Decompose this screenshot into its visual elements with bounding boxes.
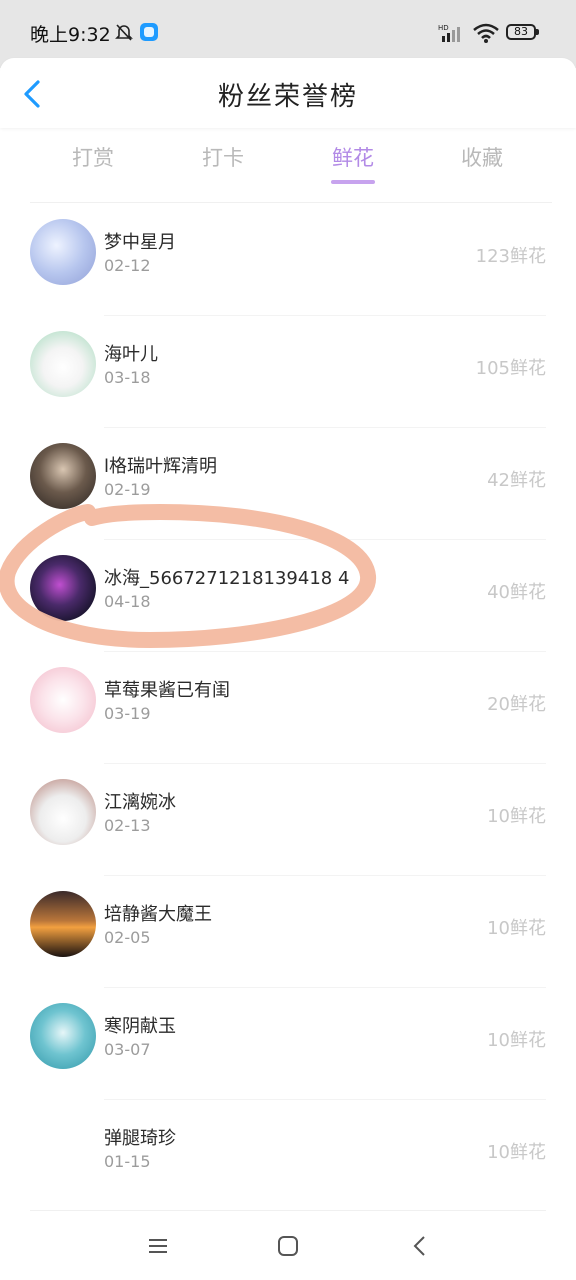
avatar[interactable]	[30, 1003, 96, 1069]
avatar[interactable]	[30, 331, 96, 397]
flower-count: 10鲜花	[487, 918, 546, 939]
list-item[interactable]: 弹腿琦珍 01-15 10鲜花	[0, 1100, 576, 1212]
back-icon[interactable]	[408, 1234, 432, 1258]
flower-count: 123鲜花	[475, 246, 546, 267]
flower-count: 20鲜花	[487, 694, 546, 715]
fan-date: 02-12	[104, 256, 151, 275]
avatar[interactable]	[30, 779, 96, 845]
fan-date: 01-15	[104, 1152, 151, 1171]
avatar[interactable]	[30, 667, 96, 733]
avatar[interactable]	[30, 219, 96, 285]
tab-checkin[interactable]: 打卡	[178, 142, 268, 172]
list-item[interactable]: 江漓婉冰 02-13 10鲜花	[0, 764, 576, 876]
battery-icon: 83	[506, 24, 539, 40]
list-item[interactable]: 梦中星月 02-12 123鲜花	[0, 204, 576, 316]
app-notification-icon	[140, 23, 158, 41]
hd-signal-icon: HD	[438, 24, 460, 42]
bell-off-icon	[115, 24, 133, 41]
fan-date: 02-13	[104, 816, 151, 835]
flower-count: 10鲜花	[487, 1142, 546, 1163]
fan-name: 草莓果酱已有闺	[104, 680, 230, 701]
avatar[interactable]	[30, 443, 96, 509]
list-item[interactable]: 寒阴献玉 03-07 10鲜花	[0, 988, 576, 1100]
flower-count: 40鲜花	[487, 582, 546, 603]
system-nav-bar	[0, 1222, 576, 1270]
svg-text:HD: HD	[438, 24, 449, 32]
fan-name: 培静酱大魔王	[104, 904, 212, 925]
tab-reward[interactable]: 打赏	[48, 142, 138, 172]
flower-count: 105鲜花	[475, 358, 546, 379]
flower-count: 10鲜花	[487, 806, 546, 827]
fan-name: 冰海_5667271218139418 4	[104, 568, 350, 589]
fan-name: l格瑞叶辉清明	[104, 456, 218, 477]
flower-count: 42鲜花	[487, 470, 546, 491]
menu-icon[interactable]	[146, 1234, 170, 1258]
tab-bar: 打赏 打卡 鲜花 收藏	[0, 138, 576, 188]
tab-flowers[interactable]: 鲜花	[308, 142, 398, 172]
page-title: 粉丝荣誉榜	[217, 82, 358, 112]
header: 粉丝荣誉榜	[0, 58, 576, 128]
fan-date: 03-07	[104, 1040, 151, 1059]
fan-name: 弹腿琦珍	[104, 1128, 176, 1149]
fan-date: 02-05	[104, 928, 151, 947]
fan-list: 梦中星月 02-12 123鲜花 海叶儿 03-18 105鲜花 l格瑞叶辉清明…	[0, 204, 576, 1212]
fan-date: 04-18	[104, 592, 151, 611]
fan-name: 寒阴献玉	[104, 1016, 176, 1037]
list-item[interactable]: 培静酱大魔王 02-05 10鲜花	[0, 876, 576, 988]
status-time: 晚上9:32	[30, 24, 111, 46]
avatar[interactable]	[30, 1115, 96, 1181]
list-item[interactable]: l格瑞叶辉清明 02-19 42鲜花	[0, 428, 576, 540]
home-icon[interactable]	[276, 1234, 300, 1258]
fan-name: 江漓婉冰	[104, 792, 176, 813]
list-item[interactable]: 海叶儿 03-18 105鲜花	[0, 316, 576, 428]
fan-name: 梦中星月	[104, 232, 176, 253]
fan-date: 03-19	[104, 704, 151, 723]
tab-favorites[interactable]: 收藏	[437, 142, 527, 172]
avatar[interactable]	[30, 891, 96, 957]
list-item[interactable]: 冰海_5667271218139418 4 04-18 40鲜花	[0, 540, 576, 652]
divider	[30, 1210, 546, 1211]
flower-count: 10鲜花	[487, 1030, 546, 1051]
fan-date: 02-19	[104, 480, 151, 499]
divider	[30, 202, 552, 203]
active-tab-indicator	[331, 180, 375, 184]
list-item[interactable]: 草莓果酱已有闺 03-19 20鲜花	[0, 652, 576, 764]
wifi-icon	[473, 23, 499, 43]
fan-date: 03-18	[104, 368, 151, 387]
avatar[interactable]	[30, 555, 96, 621]
fan-name: 海叶儿	[104, 344, 158, 365]
